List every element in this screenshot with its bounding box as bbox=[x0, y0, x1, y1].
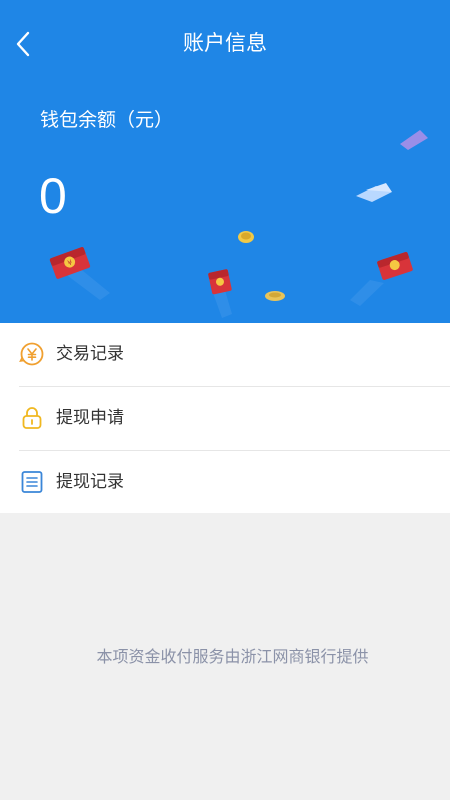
list-document-icon bbox=[21, 471, 43, 493]
menu-item-label: 提现申请 bbox=[56, 408, 124, 428]
bill-icon bbox=[400, 130, 428, 150]
menu-item-withdraw-request[interactable]: 提现申请 bbox=[0, 387, 450, 450]
menu-item-withdraw-records[interactable]: 提现记录 bbox=[0, 451, 450, 514]
account-menu: 交易记录 提现申请 提现记录 bbox=[0, 323, 450, 513]
lock-icon bbox=[22, 407, 42, 429]
red-envelope-illustration: ¥ bbox=[49, 130, 428, 318]
red-envelope-icon bbox=[208, 269, 232, 295]
service-provider-note: 本项资金收付服务由浙江网商银行提供 bbox=[96, 647, 369, 666]
menu-item-transaction-records[interactable]: 交易记录 bbox=[0, 323, 450, 386]
menu-item-label: 交易记录 bbox=[56, 344, 124, 364]
menu-item-label: 提现记录 bbox=[56, 472, 124, 492]
account-header: 账户信息 钱包余额（元） 0 ¥ bbox=[0, 0, 450, 323]
yuan-coin-icon bbox=[19, 342, 44, 366]
red-envelope-icon bbox=[377, 252, 413, 280]
